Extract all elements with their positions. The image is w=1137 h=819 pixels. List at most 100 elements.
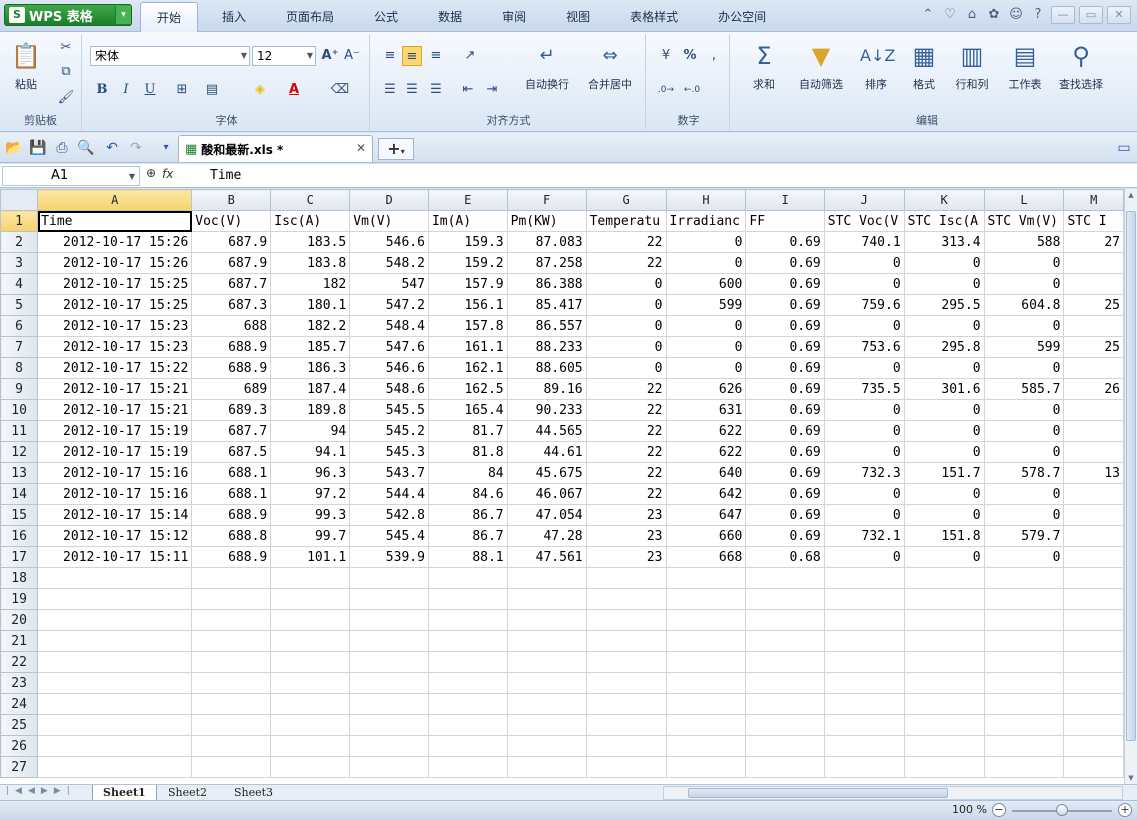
cell-H20[interactable] (665, 609, 747, 631)
cell-M9[interactable]: 26 (1063, 378, 1124, 400)
cell-D11[interactable]: 545.2 (349, 420, 429, 442)
cell-C23[interactable] (270, 672, 351, 694)
column-header-E[interactable]: E (427, 189, 508, 211)
undo-icon[interactable]: ↶ (102, 138, 122, 158)
cell-I23[interactable] (745, 672, 825, 694)
cell-F3[interactable]: 87.258 (506, 252, 587, 274)
align-middle-icon[interactable]: ≡ (402, 46, 422, 66)
cell-C16[interactable]: 99.7 (270, 525, 351, 547)
gift-icon[interactable]: ✿ (985, 6, 1003, 24)
cell-E10[interactable]: 165.4 (427, 399, 508, 421)
cell-D7[interactable]: 547.6 (349, 336, 429, 358)
scroll-down-icon[interactable]: ▼ (1125, 772, 1137, 784)
row-header[interactable]: 4 (0, 273, 39, 295)
menu-tab-7[interactable]: 表格样式 (614, 0, 694, 32)
underline-button[interactable]: U (140, 80, 160, 100)
cell-K6[interactable]: 0 (903, 315, 985, 337)
paste-button[interactable]: 📋 粘贴 (6, 40, 46, 92)
print-icon[interactable]: ⎙ (52, 138, 72, 158)
cell-A7[interactable]: 2012-10-17 15:23 (37, 336, 193, 358)
find-select-button[interactable]: ⚲ 查找选择 (1052, 40, 1110, 92)
cell-A20[interactable] (37, 609, 193, 631)
cell-D25[interactable] (349, 714, 429, 736)
cell-F16[interactable]: 47.28 (506, 525, 587, 547)
cell-J16[interactable]: 732.1 (823, 525, 905, 547)
cell-C5[interactable]: 180.1 (270, 294, 351, 316)
cell-L23[interactable] (983, 672, 1065, 694)
cell-G19[interactable] (585, 588, 667, 610)
cell-M27[interactable] (1063, 756, 1124, 778)
sheet-nav-arrows[interactable]: |◀◀▶▶| (6, 786, 76, 796)
cell-I15[interactable]: 0.69 (745, 504, 825, 526)
cell-K17[interactable]: 0 (903, 546, 985, 568)
cell-E14[interactable]: 84.6 (427, 483, 508, 505)
cell-G22[interactable] (585, 651, 667, 673)
cell-H23[interactable] (665, 672, 747, 694)
cell-K2[interactable]: 313.4 (903, 231, 985, 253)
cell-E1[interactable]: Im(A) (427, 210, 508, 232)
cell-D24[interactable] (349, 693, 429, 715)
cell-K18[interactable] (903, 567, 985, 589)
cell-C4[interactable]: 182 (270, 273, 351, 295)
cell-I2[interactable]: 0.69 (745, 231, 825, 253)
cell-C17[interactable]: 101.1 (270, 546, 351, 568)
sort-button[interactable]: A↓Z 排序 (856, 40, 896, 92)
cell-C27[interactable] (270, 756, 351, 778)
cell-H12[interactable]: 622 (665, 441, 747, 463)
cell-B23[interactable] (191, 672, 272, 694)
cell-C10[interactable]: 189.8 (270, 399, 351, 421)
cell-H19[interactable] (665, 588, 747, 610)
cell-M11[interactable] (1063, 420, 1124, 442)
cell-I21[interactable] (745, 630, 825, 652)
vertical-scroll-thumb[interactable] (1126, 211, 1136, 741)
cell-K11[interactable]: 0 (903, 420, 985, 442)
cell-F24[interactable] (506, 693, 587, 715)
cell-G21[interactable] (585, 630, 667, 652)
cell-L2[interactable]: 588 (983, 231, 1065, 253)
cell-M26[interactable] (1063, 735, 1124, 757)
cell-F19[interactable] (506, 588, 587, 610)
cell-F7[interactable]: 88.233 (506, 336, 587, 358)
cell-F12[interactable]: 44.61 (506, 441, 587, 463)
sheet-tab-sheet1[interactable]: Sheet1 (92, 785, 157, 801)
cell-A11[interactable]: 2012-10-17 15:19 (37, 420, 193, 442)
cell-J14[interactable]: 0 (823, 483, 905, 505)
cell-D27[interactable] (349, 756, 429, 778)
cell-B10[interactable]: 689.3 (191, 399, 272, 421)
close-tab-icon[interactable]: ✕ (356, 141, 366, 155)
redo-icon[interactable]: ↷ (126, 138, 146, 158)
cell-B5[interactable]: 687.3 (191, 294, 272, 316)
cell-B17[interactable]: 688.9 (191, 546, 272, 568)
row-header[interactable]: 26 (0, 735, 39, 757)
cell-B7[interactable]: 688.9 (191, 336, 272, 358)
cell-F1[interactable]: Pm(KW) (506, 210, 587, 232)
cell-M5[interactable]: 25 (1063, 294, 1124, 316)
cell-F8[interactable]: 88.605 (506, 357, 587, 379)
home-icon[interactable]: ⌂ (963, 6, 981, 24)
customize-toolbar-icon[interactable]: ▾ (156, 138, 176, 158)
cell-K12[interactable]: 0 (903, 441, 985, 463)
cell-B22[interactable] (191, 651, 272, 673)
cell-C13[interactable]: 96.3 (270, 462, 351, 484)
cell-J27[interactable] (823, 756, 905, 778)
grow-font-icon[interactable]: A⁺ (320, 46, 340, 66)
cell-A3[interactable]: 2012-10-17 15:26 (37, 252, 193, 274)
cell-K10[interactable]: 0 (903, 399, 985, 421)
cell-M20[interactable] (1063, 609, 1124, 631)
cell-E19[interactable] (427, 588, 508, 610)
row-header[interactable]: 11 (0, 420, 39, 442)
cell-B27[interactable] (191, 756, 272, 778)
cell-J15[interactable]: 0 (823, 504, 905, 526)
cell-G9[interactable]: 22 (585, 378, 667, 400)
align-left-icon[interactable]: ☰ (380, 80, 400, 100)
column-header-H[interactable]: H (665, 189, 747, 211)
cell-B2[interactable]: 687.9 (191, 231, 272, 253)
app-menu-button[interactable]: S WPS 表格 ▾ (4, 4, 132, 26)
cell-H8[interactable]: 0 (665, 357, 747, 379)
cell-B12[interactable]: 687.5 (191, 441, 272, 463)
menu-tab-8[interactable]: 办公空间 (702, 0, 782, 32)
cell-B18[interactable] (191, 567, 272, 589)
cell-D22[interactable] (349, 651, 429, 673)
cell-J22[interactable] (823, 651, 905, 673)
cell-E21[interactable] (427, 630, 508, 652)
